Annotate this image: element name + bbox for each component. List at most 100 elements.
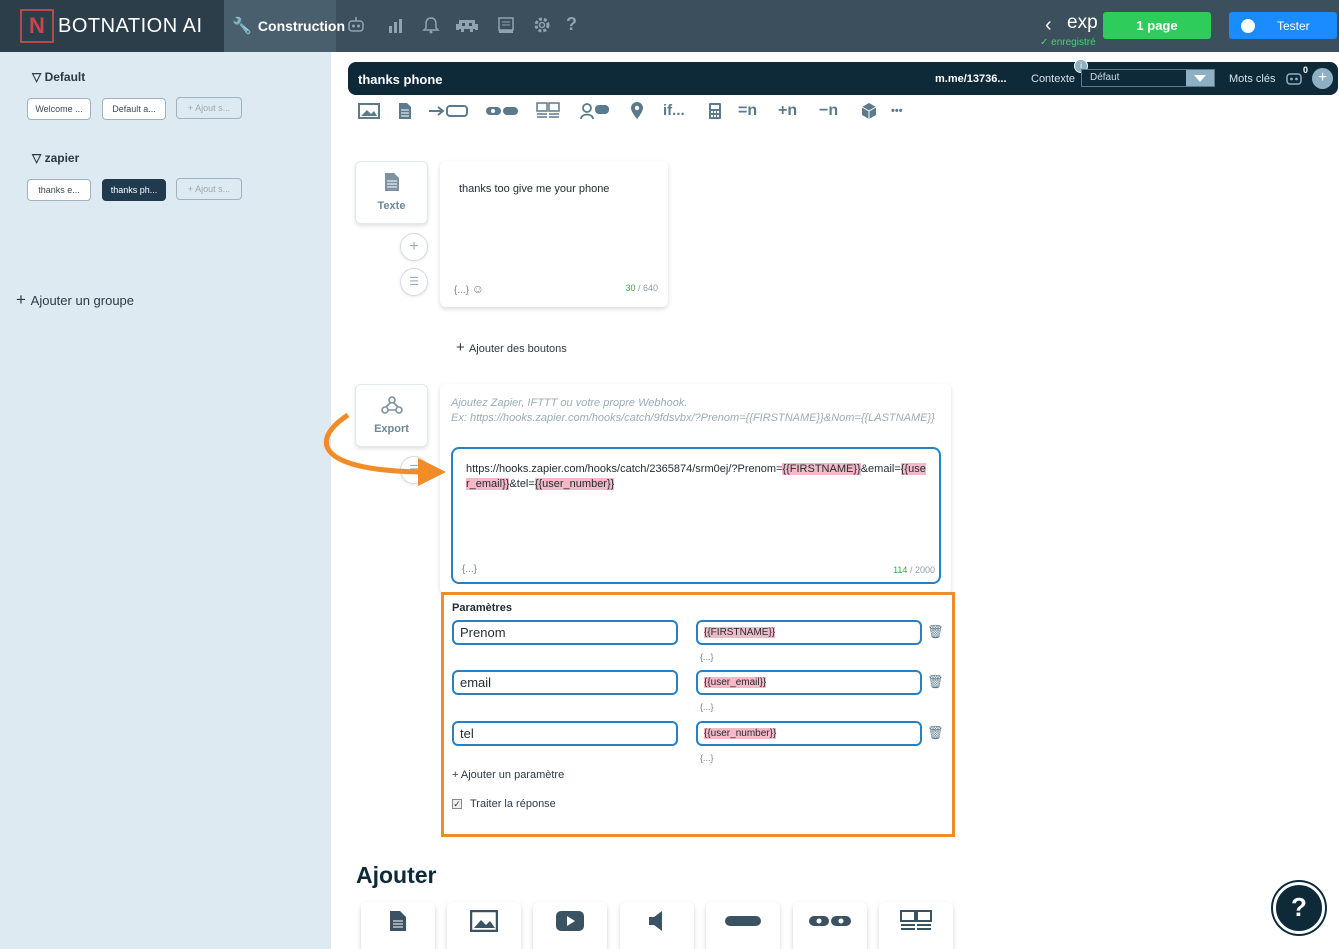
decrement-button[interactable]: −n [819,102,838,120]
param-value: {{user_number}} [704,728,777,739]
scenario-bar: thanks phone m.me/13736... Contexte i Dé… [348,59,1338,95]
parameters-panel: Paramètres Prenom {{FIRSTNAME}} {...} 🗑 … [441,592,955,837]
add-buttons-link[interactable]: + Ajouter des boutons [456,339,567,356]
block-chip[interactable]: Welcome ... [27,98,91,120]
nav-construction-label: Construction [257,18,346,34]
help-chat-button[interactable]: ? [1273,882,1325,934]
quick-replies-icon[interactable] [485,102,519,125]
webhook-help-text: Ajoutez Zapier, IFTTT ou votre propre We… [451,396,935,426]
webhook-url-input[interactable]: https://hooks.zapier.com/hooks/catch/236… [451,447,941,584]
block-chip[interactable]: thanks e... [27,179,91,201]
project-name: exp [1067,12,1098,33]
block-chip-active[interactable]: thanks ph... [102,179,166,201]
param-key-input[interactable]: Prenom [452,620,678,645]
logo[interactable]: N BOTNATION AI [0,0,224,52]
help-question-icon[interactable]: ? [566,14,577,35]
text-doc-icon[interactable] [398,102,412,125]
context-select[interactable]: Défaut [1081,69,1215,87]
increment-button[interactable]: +n [778,102,797,120]
messenger-icon [1241,18,1255,33]
plus-icon: + [16,290,31,309]
scenario-title[interactable]: thanks phone [358,72,443,87]
chevron-left-icon[interactable]: ‹ [1045,14,1052,37]
chart-icon[interactable] [386,15,406,40]
variables-picker[interactable]: {...} ☺ [454,282,484,296]
add-quick-replies-tile[interactable] [793,902,867,949]
trash-icon[interactable]: 🗑 [927,674,944,690]
text-message-card[interactable]: thanks too give me your phone {...} ☺ 30… [440,161,668,307]
dropdown-arrow-icon [1186,70,1214,86]
add-buttons-label: Ajouter des boutons [468,343,567,355]
more-icon[interactable]: ••• [891,105,903,117]
robot-keywords-icon[interactable] [1284,69,1304,92]
goto-arrow-icon[interactable] [428,102,468,125]
add-block-chip[interactable]: + Ajout s... [176,178,242,200]
if-condition-button[interactable]: if... [663,102,685,119]
inbox-icon[interactable] [496,15,516,40]
param-value: {{user_email}} [704,677,767,688]
user-input-icon[interactable] [580,102,610,125]
cube-icon[interactable] [861,102,877,125]
add-block-circle-button[interactable]: + [400,233,428,261]
bell-icon[interactable] [422,15,440,40]
add-audio-tile[interactable] [620,902,694,949]
param-value-input[interactable]: {{user_number}} [696,721,922,746]
comment-icon[interactable]: ☰ [400,268,428,296]
gallery-icon[interactable] [536,102,560,125]
add-keyword-button[interactable]: + [1312,68,1333,89]
block-chip[interactable]: Default a... [102,98,166,120]
test-button[interactable]: Tester [1229,12,1337,39]
add-group-button[interactable]: + Ajouter un groupe [16,290,134,310]
add-gallery-tile[interactable] [879,902,953,949]
treat-response-checkbox[interactable]: ✓ [452,799,462,809]
trash-icon[interactable]: 🗑 [927,624,944,640]
treat-response-option[interactable]: ✓ Traiter la réponse [452,798,556,810]
param-value-input[interactable]: {{FIRSTNAME}} [696,620,922,645]
add-video-tile[interactable] [533,902,607,949]
nav-construction[interactable]: 🔧 Construction [224,0,345,52]
char-count-max: / 640 [637,283,658,293]
message-text[interactable]: thanks too give me your phone [459,183,609,195]
help-line: Ajoutez Zapier, IFTTT ou votre propre We… [451,397,688,409]
calculator-icon[interactable] [708,102,722,125]
add-text-tile[interactable] [361,902,435,949]
url-text: &email= [860,463,901,475]
char-count-max: / 2000 [909,565,935,575]
text-doc-icon [356,172,427,198]
variables-picker[interactable]: {...} [700,652,714,662]
wrench-icon: 🔧 [232,18,252,35]
brand-name: BOTNATION AI [58,14,203,37]
param-value-input[interactable]: {{user_email}} [696,670,922,695]
add-block-chip[interactable]: + Ajout s... [176,97,242,119]
invader-icon[interactable] [455,15,479,40]
add-image-tile[interactable] [447,902,521,949]
robot-icon[interactable] [346,15,366,40]
param-key-input[interactable]: email [452,670,678,695]
variables-picker[interactable]: {...} [700,753,714,763]
messenger-link[interactable]: m.me/13736... [935,73,1007,85]
logo-icon: N [20,9,54,43]
variables-picker[interactable]: {...} [700,702,714,712]
set-variable-button[interactable]: =n [738,102,757,120]
image-icon[interactable] [358,102,380,125]
emoji-icon[interactable]: ☺ [472,282,484,296]
webhook-url[interactable]: https://hooks.zapier.com/hooks/catch/236… [466,462,926,492]
trash-icon[interactable]: 🗑 [927,725,944,741]
location-pin-icon[interactable] [630,102,644,125]
text-block-type[interactable]: Texte [355,161,428,224]
char-counter: 114 / 2000 [893,565,935,575]
group-zapier[interactable]: ▽ zapier [32,151,79,165]
url-variable: {{user_number}} [534,478,615,490]
treat-response-label: Traiter la réponse [470,798,556,810]
group-title: zapier [44,151,80,165]
publish-page-button[interactable]: 1 page [1103,12,1211,39]
context-label: Contexte [1031,73,1076,85]
gear-icon[interactable] [532,15,552,40]
top-bar: N BOTNATION AI 🔧 Construction ? ‹ exp ✓ … [0,0,1339,52]
group-default[interactable]: ▽ Default [32,70,85,84]
add-button-tile[interactable] [706,902,780,949]
variables-picker[interactable]: {...} [462,564,477,575]
param-key-input[interactable]: tel [452,721,678,746]
block-type-label: Texte [377,200,406,212]
add-parameter-link[interactable]: + Ajouter un paramètre [452,769,564,781]
